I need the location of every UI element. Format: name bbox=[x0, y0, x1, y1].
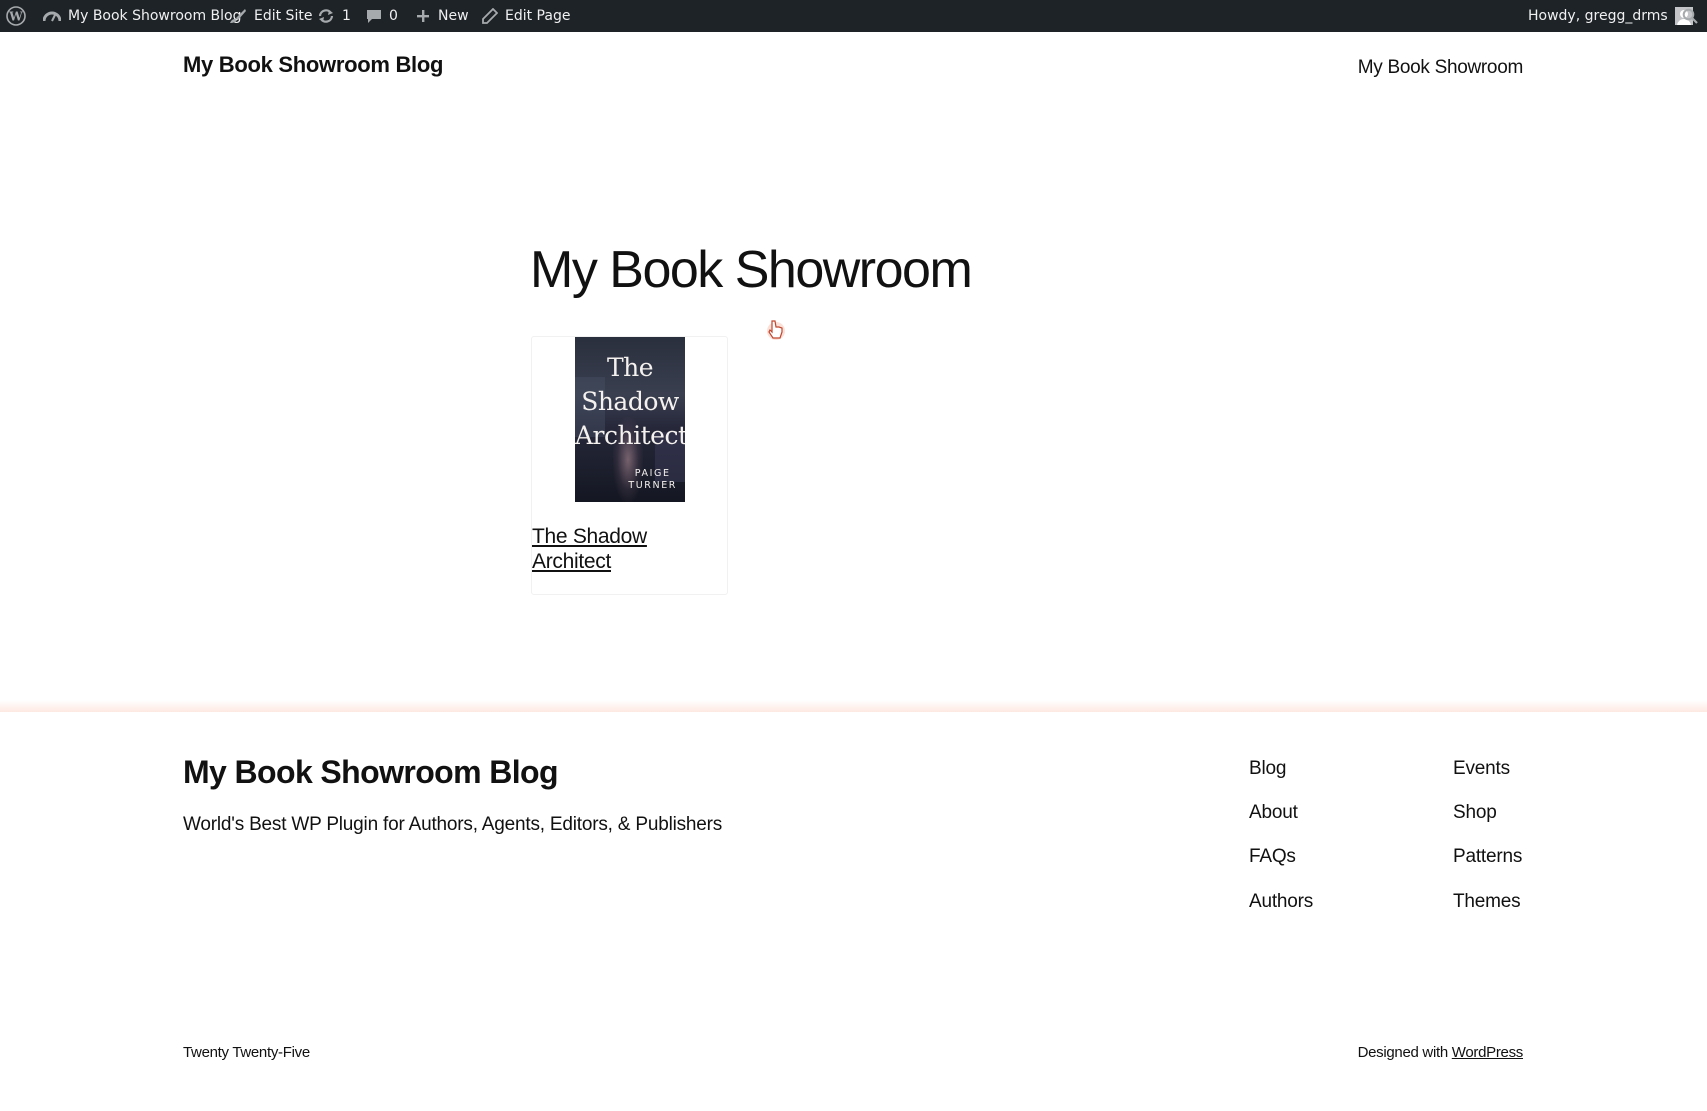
footer-divider bbox=[0, 700, 1707, 712]
book-cover-image[interactable]: The Shadow Architect PAIGE TURNER bbox=[575, 337, 685, 502]
svg-text:W: W bbox=[8, 10, 23, 24]
cover-author-line: PAIGE bbox=[634, 468, 671, 479]
admin-bar-howdy: Howdy, gregg_drms bbox=[1528, 8, 1668, 24]
admin-bar-edit-site-label: Edit Site bbox=[254, 8, 313, 24]
theme-credit: Twenty Twenty-Five bbox=[183, 1044, 310, 1061]
admin-bar-updates[interactable]: 1 bbox=[317, 0, 351, 32]
dashboard-icon bbox=[43, 8, 61, 24]
brush-icon bbox=[229, 8, 247, 24]
admin-bar-search[interactable] bbox=[1682, 0, 1698, 32]
designed-with-text: Designed with bbox=[1357, 1044, 1449, 1061]
cover-title-line: Architect bbox=[575, 421, 685, 450]
cover-title: The Shadow Architect bbox=[575, 351, 685, 453]
plus-icon bbox=[415, 8, 431, 24]
admin-bar-site-name[interactable]: My Book Showroom Blog bbox=[43, 0, 242, 32]
footer-nav-faqs[interactable]: FAQs bbox=[1249, 846, 1296, 868]
admin-bar-new-label: New bbox=[438, 8, 469, 24]
admin-bar-account[interactable]: Howdy, gregg_drms bbox=[1528, 0, 1693, 32]
page-title: My Book Showroom bbox=[530, 241, 973, 299]
updates-count: 1 bbox=[342, 8, 351, 24]
admin-bar-new[interactable]: New bbox=[415, 0, 469, 32]
footer-nav-blog[interactable]: Blog bbox=[1249, 758, 1286, 780]
footer-nav-shop[interactable]: Shop bbox=[1453, 802, 1497, 824]
search-icon bbox=[1682, 8, 1698, 24]
admin-bar-edit-page[interactable]: Edit Page bbox=[482, 0, 570, 32]
admin-bar-edit-site[interactable]: Edit Site bbox=[229, 0, 312, 32]
cover-title-line: Shadow bbox=[581, 387, 679, 416]
book-card: The Shadow Architect PAIGE TURNER The Sh… bbox=[531, 336, 728, 595]
hand-cursor-icon bbox=[767, 320, 785, 340]
admin-bar-site-name-label: My Book Showroom Blog bbox=[68, 8, 242, 24]
footer-site-title[interactable]: My Book Showroom Blog bbox=[183, 754, 559, 791]
comments-count: 0 bbox=[389, 8, 398, 24]
book-title-link[interactable]: The Shadow Architect bbox=[532, 524, 712, 574]
site-title[interactable]: My Book Showroom Blog bbox=[183, 52, 443, 78]
footer-nav-authors[interactable]: Authors bbox=[1249, 891, 1313, 913]
admin-bar-edit-page-label: Edit Page bbox=[505, 8, 571, 24]
admin-bar: W My Book Showroom Blog Edit Site 1 0 Ne… bbox=[0, 0, 1707, 32]
updates-icon bbox=[317, 8, 335, 24]
footer-tagline: World's Best WP Plugin for Authors, Agen… bbox=[183, 814, 723, 835]
footer-nav-about[interactable]: About bbox=[1249, 802, 1298, 824]
pencil-icon bbox=[482, 8, 498, 24]
cover-title-line: The bbox=[606, 353, 654, 382]
footer-nav-patterns[interactable]: Patterns bbox=[1453, 846, 1522, 868]
wordpress-logo-icon[interactable]: W bbox=[6, 0, 26, 32]
comment-icon bbox=[366, 8, 382, 24]
admin-bar-comments[interactable]: 0 bbox=[366, 0, 398, 32]
wordpress-link[interactable]: WordPress bbox=[1452, 1044, 1524, 1061]
footer-nav-themes[interactable]: Themes bbox=[1453, 891, 1521, 913]
cover-author: PAIGE TURNER bbox=[628, 468, 677, 492]
header-nav-my-book-showroom[interactable]: My Book Showroom bbox=[1358, 57, 1524, 79]
cover-author-line: TURNER bbox=[628, 480, 677, 491]
designed-with-credit: Designed with WordPress bbox=[1357, 1044, 1524, 1061]
footer-nav-events[interactable]: Events bbox=[1453, 758, 1510, 780]
